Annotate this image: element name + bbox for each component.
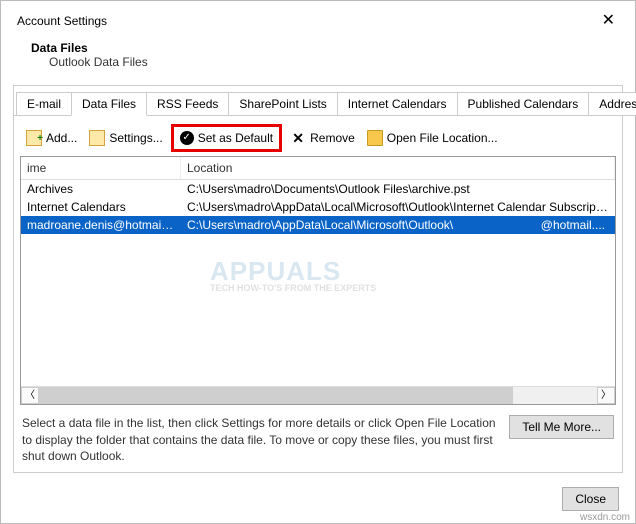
content-panel: E-mail Data Files RSS Feeds SharePoint L… xyxy=(13,85,623,473)
settings-label: Settings... xyxy=(109,131,162,145)
panel-footer: Select a data file in the list, then cli… xyxy=(20,405,616,468)
page-title: Data Files xyxy=(31,41,619,55)
titlebar: Account Settings ✕ xyxy=(1,1,635,37)
window-title: Account Settings xyxy=(17,14,107,28)
add-button[interactable]: Add... xyxy=(22,128,81,148)
remove-icon: ✕ xyxy=(290,130,306,146)
page-subtitle: Outlook Data Files xyxy=(31,55,619,69)
cell-name: madroane.denis@hotmail.c... xyxy=(21,217,181,233)
tab-sharepoint-lists[interactable]: SharePoint Lists xyxy=(228,92,337,116)
tab-address-books[interactable]: Address Books xyxy=(588,92,636,116)
cell-location: C:\Users\madro\Documents\Outlook Files\a… xyxy=(181,181,615,197)
close-button[interactable]: Close xyxy=(562,487,619,511)
settings-icon xyxy=(89,130,105,146)
data-files-table: ime Location Archives C:\Users\madro\Doc… xyxy=(20,156,616,405)
tab-rss-feeds[interactable]: RSS Feeds xyxy=(146,92,229,116)
open-location-button[interactable]: Open File Location... xyxy=(363,128,502,148)
tab-email[interactable]: E-mail xyxy=(16,92,72,116)
add-icon xyxy=(26,130,42,146)
remove-button[interactable]: ✕ Remove xyxy=(286,128,359,148)
table-row[interactable]: madroane.denis@hotmail.c... C:\Users\mad… xyxy=(21,216,615,234)
scroll-track[interactable] xyxy=(39,387,597,404)
column-location[interactable]: Location xyxy=(181,157,615,179)
close-icon[interactable]: ✕ xyxy=(594,11,623,31)
help-text: Select a data file in the list, then cli… xyxy=(22,415,501,464)
credit: wsxdn.com xyxy=(580,512,630,523)
open-location-label: Open File Location... xyxy=(387,131,498,145)
account-settings-window: Account Settings ✕ Data Files Outlook Da… xyxy=(0,0,636,524)
horizontal-scrollbar[interactable]: 〈 〉 xyxy=(21,386,615,404)
add-label: Add... xyxy=(46,131,77,145)
remove-label: Remove xyxy=(310,131,355,145)
set-default-button[interactable]: ✓ Set as Default xyxy=(171,124,282,152)
settings-button[interactable]: Settings... xyxy=(85,128,166,148)
toolbar: Add... Settings... ✓ Set as Default ✕ Re… xyxy=(20,124,616,156)
table-row[interactable]: Archives C:\Users\madro\Documents\Outloo… xyxy=(21,180,615,198)
table-row[interactable]: Internet Calendars C:\Users\madro\AppDat… xyxy=(21,198,615,216)
cell-location: C:\Users\madro\AppData\Local\Microsoft\O… xyxy=(181,217,615,233)
check-icon: ✓ xyxy=(180,131,194,145)
tell-me-more-button[interactable]: Tell Me More... xyxy=(509,415,614,439)
tab-internet-calendars[interactable]: Internet Calendars xyxy=(337,92,458,116)
tabs: E-mail Data Files RSS Feeds SharePoint L… xyxy=(14,86,622,116)
cell-location: C:\Users\madro\AppData\Local\Microsoft\O… xyxy=(181,199,615,215)
scroll-right-arrow-icon[interactable]: 〉 xyxy=(597,387,615,404)
scroll-left-arrow-icon[interactable]: 〈 xyxy=(21,387,39,404)
cell-name: Archives xyxy=(21,181,181,197)
table-header: ime Location xyxy=(21,157,615,180)
tab-panel-data-files: Add... Settings... ✓ Set as Default ✕ Re… xyxy=(14,115,622,472)
cell-name: Internet Calendars xyxy=(21,199,181,215)
set-default-label: Set as Default xyxy=(198,131,273,145)
header: Data Files Outlook Data Files xyxy=(1,37,635,85)
tab-published-calendars[interactable]: Published Calendars xyxy=(457,92,590,116)
tab-data-files[interactable]: Data Files xyxy=(71,92,147,116)
table-body: Archives C:\Users\madro\Documents\Outloo… xyxy=(21,180,615,386)
folder-icon xyxy=(367,130,383,146)
dialog-footer: Close xyxy=(1,477,635,523)
scroll-thumb[interactable] xyxy=(39,387,513,404)
column-name[interactable]: ime xyxy=(21,157,181,179)
